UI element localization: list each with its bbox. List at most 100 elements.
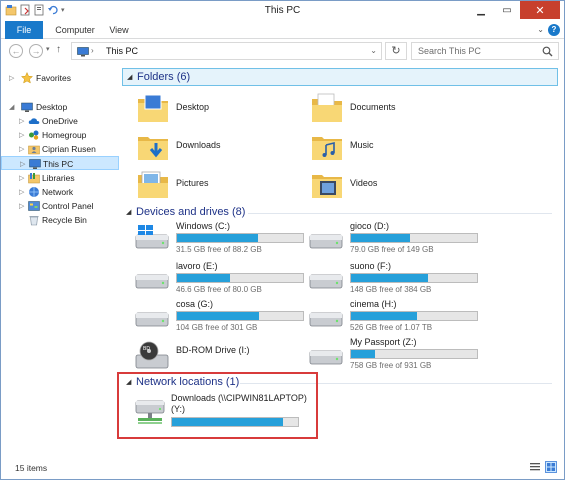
group-divider (248, 213, 552, 214)
drive-name: lavoro (E:) (176, 261, 218, 271)
nav-item-network[interactable]: ▷ Network (1, 185, 119, 199)
drive-item[interactable]: cinema (H:) 526 GB free of 1.07 TB (302, 299, 478, 335)
expand-arrow-icon[interactable]: ▷ (19, 117, 24, 125)
collapse-group-icon[interactable]: ◢ (127, 73, 132, 81)
group-title-devices: Devices and drives (8) (136, 206, 246, 218)
search-input[interactable]: Search This PC (411, 42, 559, 60)
nav-item-control-panel[interactable]: ▷ Control Panel (1, 199, 119, 213)
window-controls: ▁ ▭ ✕ (468, 1, 560, 19)
drive-usage-bar (350, 273, 478, 283)
nav-label-favorites: Favorites (36, 73, 71, 83)
nav-label-control-panel: Control Panel (42, 201, 94, 211)
group-header-folders[interactable]: ◢ Folders (6) (122, 68, 558, 86)
folder-label: Pictures (176, 178, 209, 188)
expand-arrow-icon[interactable]: ▷ (19, 131, 24, 139)
expand-ribbon-icon[interactable]: ⌄ (537, 25, 544, 34)
nav-label-network: Network (42, 187, 74, 197)
drive-usage-bar (350, 233, 478, 243)
nav-item-recycle-bin[interactable]: Recycle Bin (1, 213, 119, 227)
expand-arrow-icon[interactable]: ▷ (19, 145, 24, 153)
drive-name: suono (F:) (350, 261, 392, 271)
nav-item-this-pc[interactable]: ▷ This PC (1, 156, 119, 170)
drive-name: My Passport (Z:) (350, 337, 417, 347)
folder-item-music[interactable]: Music (302, 129, 472, 165)
group-header-devices[interactable]: ◢ Devices and drives (8) (122, 204, 558, 222)
drive-name: cosa (G:) (176, 299, 214, 309)
tab-view[interactable]: View (104, 21, 134, 39)
breadcrumb[interactable]: This PC (106, 46, 138, 56)
expand-arrow-icon[interactable]: ▷ (19, 188, 24, 196)
refresh-button[interactable]: ↻ (385, 42, 407, 60)
nav-item-homegroup[interactable]: ▷ Homegroup (1, 128, 119, 142)
forward-button[interactable]: → (29, 44, 43, 58)
tab-computer[interactable]: Computer (53, 21, 97, 39)
title-bar: ▾ This PC ▁ ▭ ✕ (1, 1, 564, 21)
nav-item-favorites[interactable]: ▷ Favorites (1, 71, 119, 85)
drive-item[interactable]: My Passport (Z:) 758 GB free of 931 GB (302, 337, 478, 373)
nav-label-libraries: Libraries (42, 173, 75, 183)
details-view-icon[interactable] (529, 461, 541, 473)
collapse-arrow-icon[interactable]: ◢ (9, 103, 14, 111)
drive-item[interactable]: Windows (C:) 31.5 GB free of 88.2 GB (128, 221, 304, 257)
expand-arrow-icon[interactable]: ▷ (19, 174, 24, 182)
help-icon[interactable]: ? (548, 24, 560, 36)
downloads-folder-icon (138, 137, 168, 160)
breadcrumb-separator-icon[interactable]: › (91, 46, 94, 55)
drive-usage-bar (350, 349, 478, 359)
drive-item[interactable]: BD BD-ROM Drive (I:) (128, 337, 303, 373)
search-icon (542, 46, 553, 57)
folder-label: Desktop (176, 102, 210, 112)
large-icons-view-icon[interactable] (545, 461, 557, 473)
nav-label-user: Ciprian Rusen (42, 144, 96, 154)
drive-usage-bar (176, 233, 304, 243)
nav-item-desktop[interactable]: ◢ Desktop (1, 100, 119, 114)
minimize-button[interactable]: ▁ (468, 1, 494, 19)
expand-arrow-icon[interactable]: ▷ (20, 160, 25, 168)
expand-arrow-icon[interactable]: ▷ (9, 74, 14, 82)
desktop-folder-icon (138, 94, 168, 122)
user-folder-icon (28, 145, 40, 155)
hard-drive-icon (135, 312, 169, 327)
expand-arrow-icon[interactable]: ▷ (19, 202, 24, 210)
navigation-bar: ← → ▾ ↑ › This PC ⌄ ↻ Search This PC (1, 40, 564, 62)
tab-file[interactable]: File (5, 21, 43, 39)
drive-free-space: 526 GB free of 1.07 TB (350, 323, 433, 332)
highlight-annotation-box (117, 372, 318, 439)
nav-item-libraries[interactable]: ▷ Libraries (1, 171, 119, 185)
folder-item-pictures[interactable]: Pictures (128, 167, 298, 203)
folder-item-documents[interactable]: Documents (302, 91, 472, 127)
folder-item-downloads[interactable]: Downloads (128, 129, 298, 165)
maximize-button[interactable]: ▭ (494, 1, 520, 19)
drive-item[interactable]: cosa (G:) 104 GB free of 301 GB (128, 299, 304, 335)
collapse-group-icon[interactable]: ◢ (126, 208, 131, 216)
folder-label: Documents (350, 102, 396, 112)
nav-item-onedrive[interactable]: ▷ OneDrive (1, 114, 119, 128)
system-drive-icon (135, 225, 169, 249)
folder-item-desktop[interactable]: Desktop (128, 91, 298, 127)
libraries-icon (28, 173, 40, 184)
recent-locations-dropdown-icon[interactable]: ▾ (46, 45, 50, 53)
drive-usage-fill (351, 234, 411, 242)
nav-label-onedrive: OneDrive (42, 116, 78, 126)
desktop-icon (21, 102, 33, 112)
group-title-folders: Folders (6) (137, 71, 191, 83)
drive-item[interactable]: gioco (D:) 79.0 GB free of 149 GB (302, 221, 478, 257)
this-pc-icon (29, 159, 41, 169)
drive-item[interactable]: suono (F:) 148 GB free of 384 GB (302, 261, 478, 297)
up-arrow-icon[interactable]: ↑ (56, 44, 61, 55)
back-button[interactable]: ← (9, 44, 23, 58)
close-button[interactable]: ✕ (520, 1, 560, 19)
nav-item-user-folder[interactable]: ▷ Ciprian Rusen (1, 142, 119, 156)
drive-free-space: 104 GB free of 301 GB (176, 323, 258, 332)
item-count: 15 items (15, 463, 48, 473)
hard-drive-icon (309, 274, 343, 289)
nav-label-this-pc: This PC (43, 159, 74, 169)
hard-drive-icon (309, 234, 343, 249)
address-dropdown-icon[interactable]: ⌄ (370, 46, 377, 55)
drive-item[interactable]: lavoro (E:) 46.6 GB free of 80.0 GB (128, 261, 304, 297)
drive-name: BD-ROM Drive (I:) (176, 345, 250, 355)
folder-item-videos[interactable]: Videos (302, 167, 472, 203)
drive-usage-bar (350, 311, 478, 321)
drive-name: gioco (D:) (350, 221, 390, 231)
address-bar[interactable]: › This PC ⌄ (71, 42, 382, 60)
